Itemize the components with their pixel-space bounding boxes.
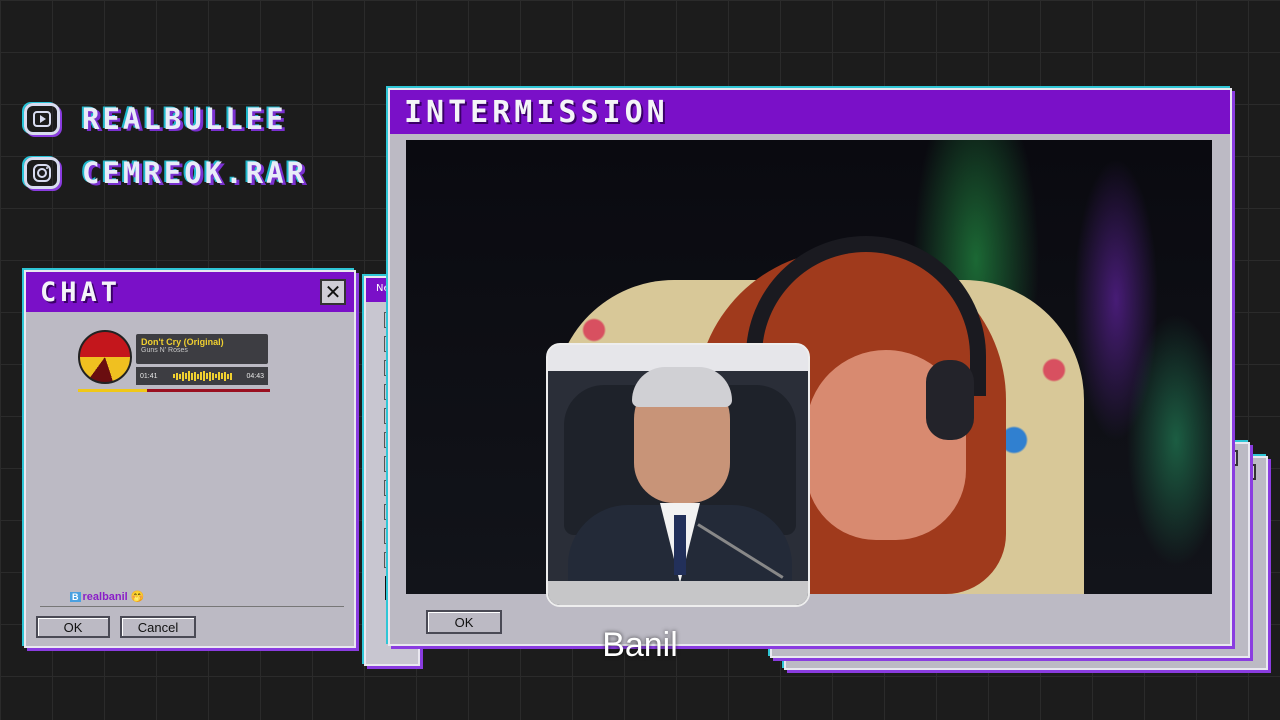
song-title: Don't Cry (Original) <box>141 337 224 347</box>
seekbar-fill <box>78 389 148 392</box>
chat-emoji: 🤭 <box>130 591 145 603</box>
waveform-icon <box>172 371 232 381</box>
pip-video-overlay <box>546 343 810 607</box>
chat-window: CHAT ✕ Don't Cry (Original) Guns N' Rose… <box>24 270 356 648</box>
chat-title: CHAT <box>40 276 122 308</box>
song-artist: Guns N' Roses <box>141 347 188 354</box>
duration-time: 04:43 <box>246 372 264 380</box>
pip-desk <box>548 581 808 605</box>
instagram-icon <box>24 157 60 189</box>
chat-username: realbanil <box>82 591 128 603</box>
intermission-titlebar: INTERMISSION <box>390 90 1230 134</box>
social-youtube: REALBULLEE <box>24 102 287 136</box>
user-badge: B <box>70 592 81 602</box>
youtube-icon <box>24 103 60 135</box>
album-art <box>78 330 132 384</box>
social-instagram: CEMREOK.RAR <box>24 156 307 190</box>
music-seekbar[interactable] <box>78 389 270 392</box>
window-title: INTERMISSION <box>404 94 669 130</box>
chat-titlebar: CHAT ✕ <box>26 272 354 312</box>
caption-text: Banil <box>602 626 678 664</box>
elapsed-time: 01:41 <box>140 372 158 380</box>
track-progress: 01:41 04:43 <box>136 367 268 385</box>
track-info: Don't Cry (Original) Guns N' Roses <box>136 334 268 364</box>
youtube-handle: REALBULLEE <box>82 102 287 136</box>
chat-message: Brealbanil 🤭 <box>70 590 145 603</box>
chat-divider <box>40 606 344 607</box>
now-playing-widget: Don't Cry (Original) Guns N' Roses 01:41… <box>136 334 268 386</box>
pip-tie <box>674 515 686 575</box>
close-icon[interactable]: ✕ <box>320 279 346 305</box>
headphone-earcup <box>926 360 974 440</box>
pip-hair <box>632 367 732 407</box>
instagram-handle: CEMREOK.RAR <box>82 156 308 190</box>
intermission-window: INTERMISSION OK <box>388 88 1232 646</box>
